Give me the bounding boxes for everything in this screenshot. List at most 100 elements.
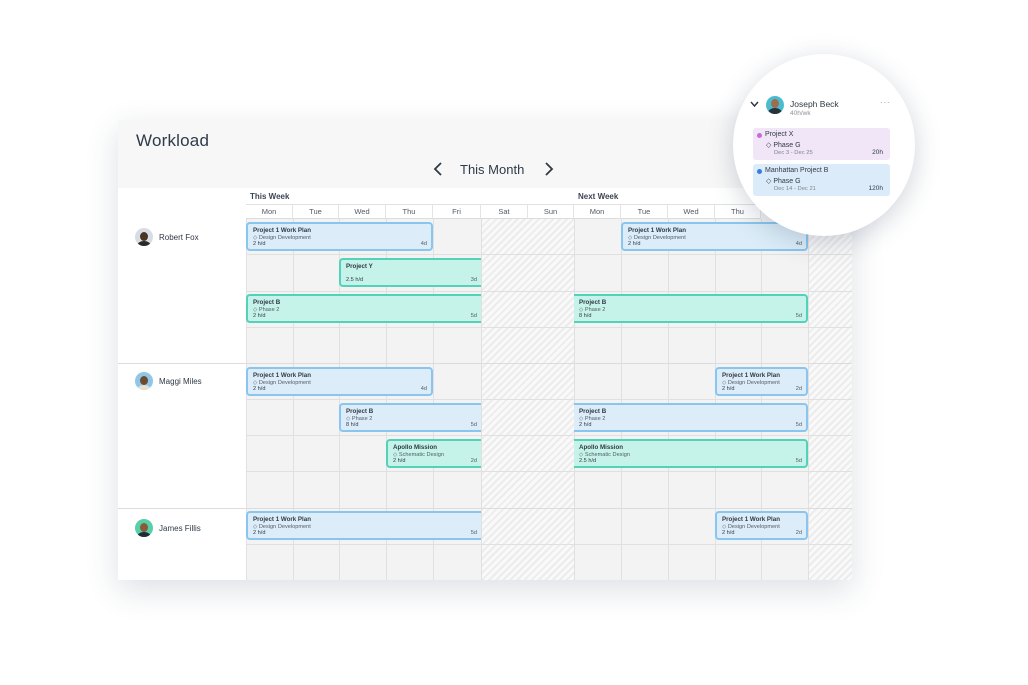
task-duration: 5d xyxy=(470,422,477,428)
grid-line xyxy=(246,327,852,328)
more-options-icon[interactable]: ··· xyxy=(880,98,891,107)
project-name: Project X xyxy=(765,131,794,138)
person-robert-fox[interactable]: Robert Fox xyxy=(135,228,199,246)
grid-line xyxy=(246,254,852,255)
day-header: Mon xyxy=(246,205,293,219)
person-maggi-miles[interactable]: Maggi Miles xyxy=(135,372,202,390)
project-phase: ◇ Phase G xyxy=(766,142,801,149)
task-bar[interactable]: Project 1 Work Plan ◇ Design Development… xyxy=(246,367,433,396)
avatar xyxy=(766,96,784,114)
project-phase: ◇ Phase G xyxy=(766,178,801,185)
task-name: Project Y xyxy=(346,263,373,270)
task-hours: 2 h/d xyxy=(253,313,266,319)
period-label: This Month xyxy=(460,162,525,177)
project-dates: Dec 3 - Dec 25 xyxy=(774,150,813,156)
task-duration: 5d xyxy=(795,422,802,428)
task-name: Project B xyxy=(579,299,607,306)
task-hours: 2.5 h/d xyxy=(346,277,364,283)
task-bar[interactable]: Project B ◇ Phase 2 8 h/d 5d xyxy=(574,294,808,323)
task-duration: 2d xyxy=(795,386,802,392)
task-bar[interactable]: Apollo Mission ◇ Schematic Design 2 h/d … xyxy=(386,439,481,468)
day-header: Wed xyxy=(339,205,386,219)
popup-capacity: 40h/wk xyxy=(790,110,811,117)
chevron-right-icon[interactable] xyxy=(539,160,559,182)
page-title: Workload xyxy=(136,131,210,150)
project-color-dot xyxy=(757,169,762,174)
person-name: Robert Fox xyxy=(159,232,199,242)
task-hours: 8 h/d xyxy=(346,422,359,428)
popup-project-card[interactable]: Manhattan Project B ◇ Phase G Dec 14 - D… xyxy=(753,164,890,196)
task-name: Project 1 Work Plan xyxy=(253,227,311,234)
task-duration: 2d xyxy=(470,458,477,464)
task-duration: 5d xyxy=(470,530,477,536)
task-name: Project 1 Work Plan xyxy=(253,372,311,379)
grid-line xyxy=(246,435,852,436)
day-header: Sun xyxy=(528,205,574,219)
popup-project-card[interactable]: Project X ◇ Phase G Dec 3 - Dec 25 20h xyxy=(753,128,890,160)
avatar xyxy=(135,372,153,390)
day-header: Fri xyxy=(433,205,481,219)
task-bar[interactable]: Project 1 Work Plan ◇ Design Development… xyxy=(715,511,808,540)
task-bar[interactable]: Apollo Mission ◇ Schematic Design 2.5 h/… xyxy=(574,439,808,468)
person-divider xyxy=(118,363,852,364)
task-duration: 2d xyxy=(795,530,802,536)
task-hours: 2 h/d xyxy=(253,386,266,392)
task-bar[interactable]: Project Y 2.5 h/d 3d xyxy=(339,258,481,287)
task-bar[interactable]: Project 1 Work Plan ◇ Design Development… xyxy=(715,367,808,396)
avatar xyxy=(135,519,153,537)
task-name: Apollo Mission xyxy=(393,444,437,451)
grid-line xyxy=(246,399,852,400)
task-bar[interactable]: Project 1 Work Plan ◇ Design Development… xyxy=(621,222,808,251)
task-duration: 3d xyxy=(470,277,477,283)
project-dates: Dec 14 - Dec 21 xyxy=(774,186,816,192)
task-name: Project 1 Work Plan xyxy=(253,516,311,523)
person-divider xyxy=(118,508,852,509)
chevron-down-icon[interactable] xyxy=(750,100,759,110)
popup-person-name: Joseph Beck xyxy=(790,99,839,109)
day-header: Wed xyxy=(668,205,715,219)
task-duration: 4d xyxy=(795,241,802,247)
project-name: Manhattan Project B xyxy=(765,167,829,174)
task-bar[interactable]: Project B ◇ Phase 2 2 h/d 5d xyxy=(246,294,481,323)
day-header: Tue xyxy=(621,205,668,219)
task-name: Apollo Mission xyxy=(579,444,623,451)
task-duration: 4d xyxy=(420,241,427,247)
task-name: Project 1 Work Plan xyxy=(628,227,686,234)
task-bar[interactable]: Project 1 Work Plan ◇ Design Development… xyxy=(246,222,433,251)
task-hours: 2 h/d xyxy=(722,386,735,392)
task-name: Project B xyxy=(579,408,607,415)
person-name: James Fillis xyxy=(159,523,201,533)
task-duration: 5d xyxy=(470,313,477,319)
task-duration: 5d xyxy=(795,313,802,319)
task-bar[interactable]: Project B ◇ Phase 2 8 h/d 5d xyxy=(339,403,481,432)
task-hours: 2 h/d xyxy=(253,241,266,247)
task-hours: 2 h/d xyxy=(579,422,592,428)
task-hours: 2.5 h/d xyxy=(579,458,597,464)
task-name: Project B xyxy=(253,299,281,306)
project-hours: 20h xyxy=(872,149,883,156)
grid-line xyxy=(246,291,852,292)
task-duration: 5d xyxy=(795,458,802,464)
task-hours: 2 h/d xyxy=(253,530,266,536)
chevron-left-icon[interactable] xyxy=(428,160,448,182)
task-name: Project 1 Work Plan xyxy=(722,516,780,523)
task-bar[interactable]: Project B ◇ Phase 2 2 h/d 5d xyxy=(574,403,808,432)
grid-line xyxy=(246,471,852,472)
person-name: Maggi Miles xyxy=(159,376,202,386)
task-bar[interactable]: Project 1 Work Plan ◇ Design Development… xyxy=(246,511,481,540)
workload-grid: This Week Next Week Mon Tue Wed Thu Fri … xyxy=(118,188,852,580)
task-duration: 4d xyxy=(420,386,427,392)
task-hours: 2 h/d xyxy=(722,530,735,536)
person-detail-popup: Joseph Beck 40h/wk ··· Project X ◇ Phase… xyxy=(733,54,915,236)
day-header: Tue xyxy=(293,205,339,219)
person-james-fillis[interactable]: James Fillis xyxy=(135,519,201,537)
task-hours: 2 h/d xyxy=(628,241,641,247)
task-name: Project B xyxy=(346,408,374,415)
grid-line xyxy=(246,544,852,545)
week-header-this: This Week xyxy=(246,188,574,205)
day-header: Mon xyxy=(574,205,621,219)
task-hours: 2 h/d xyxy=(393,458,406,464)
avatar xyxy=(135,228,153,246)
day-header: Thu xyxy=(715,205,761,219)
workload-panel: Workload This Month This Week Next Week … xyxy=(118,120,852,580)
